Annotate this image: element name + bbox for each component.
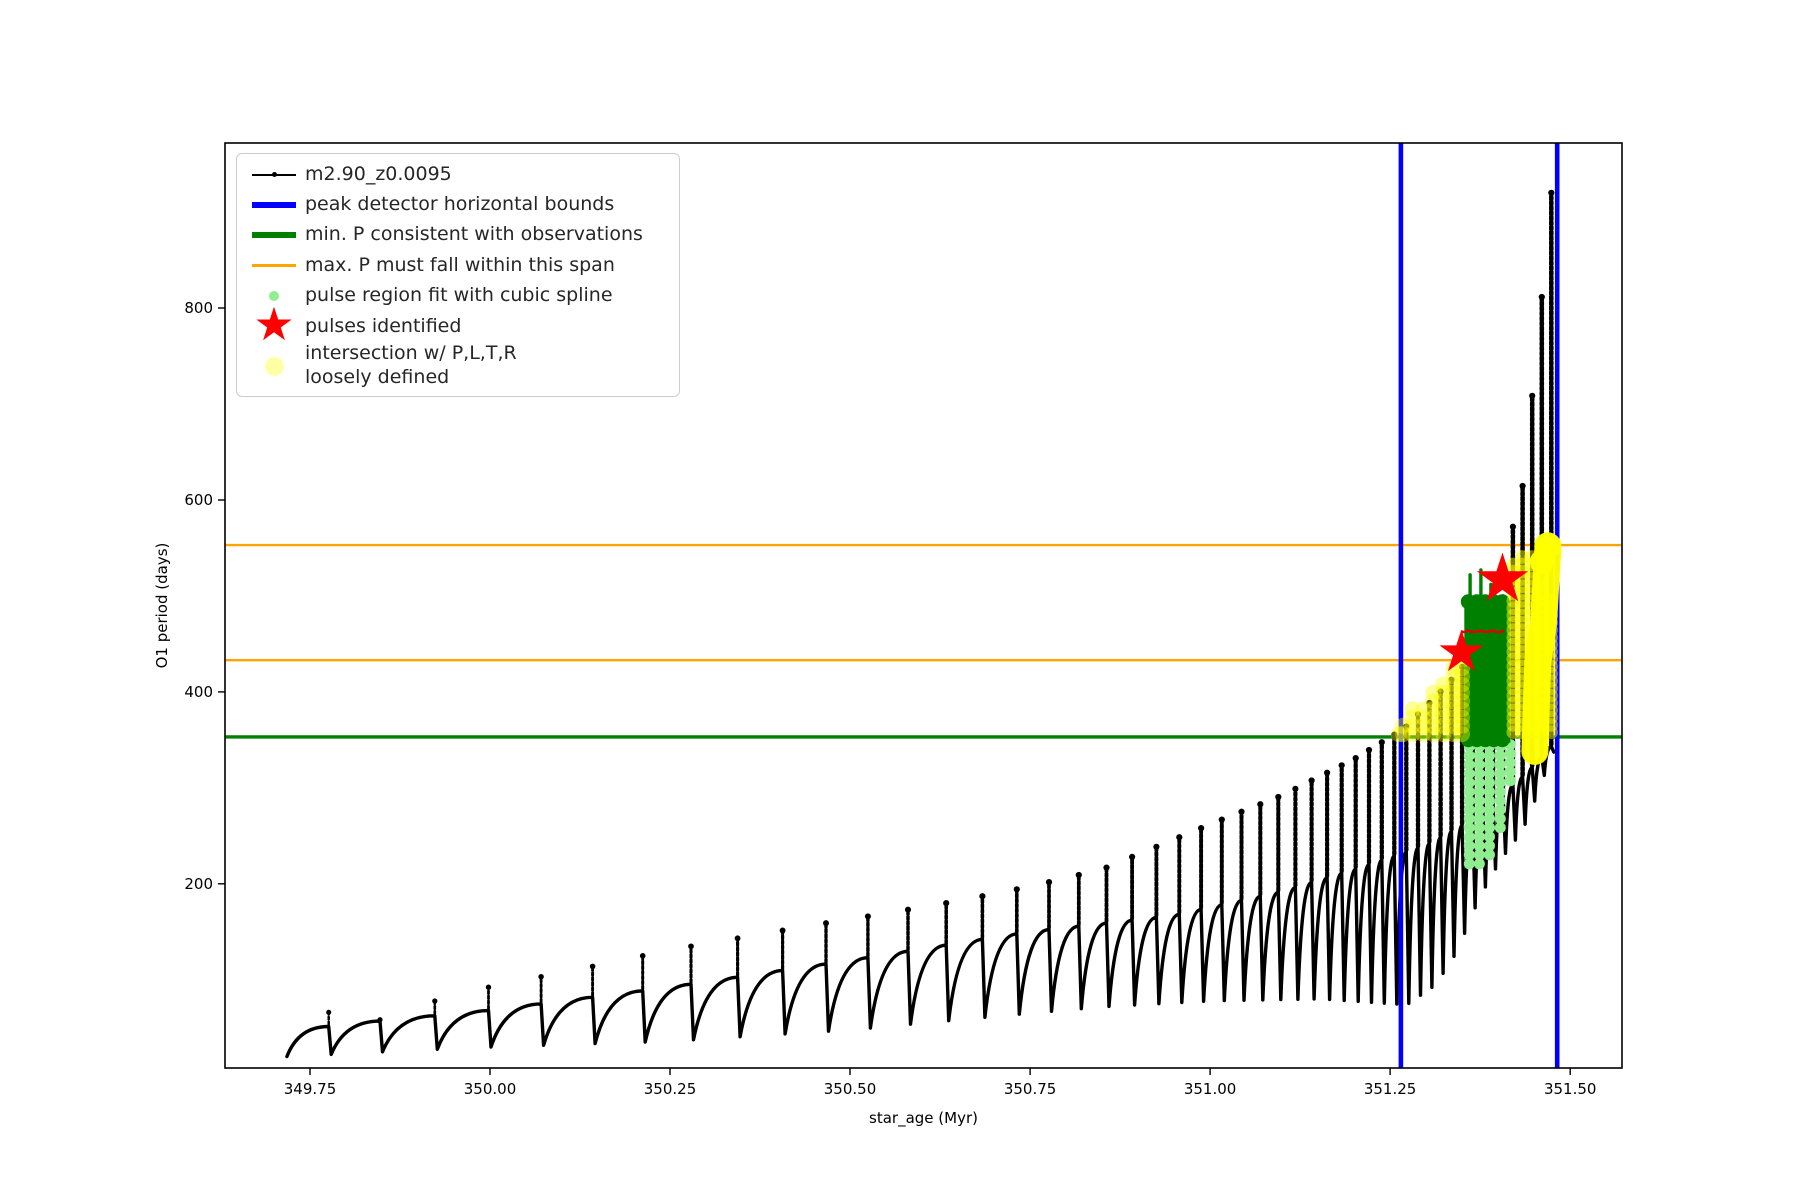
legend-label: min. P consistent with observations bbox=[305, 223, 643, 246]
figure: 349.75 350.00 350.25 350.50 350.75 351.00 351.… bbox=[0, 0, 1800, 1200]
svg-text:350.75: 350.75 bbox=[1004, 1080, 1057, 1098]
legend-label: m2.90_z0.0095 bbox=[305, 162, 452, 185]
y-axis: 200 400 600 800 O1 period (days) bbox=[153, 299, 225, 893]
svg-text:351.25: 351.25 bbox=[1364, 1080, 1417, 1098]
legend-marker-med-line bbox=[243, 263, 305, 268]
svg-text:351.00: 351.00 bbox=[1184, 1080, 1237, 1098]
legend-label: pulses identified bbox=[305, 314, 462, 337]
legend-marker-star: ★ bbox=[243, 296, 305, 351]
svg-text:350.25: 350.25 bbox=[644, 1080, 697, 1098]
svg-text:800: 800 bbox=[184, 299, 213, 317]
legend-entry-0: m2.90_z0.0095 bbox=[243, 160, 669, 189]
legend-box: m2.90_z0.0095peak detector horizontal bo… bbox=[236, 153, 680, 397]
svg-text:349.75: 349.75 bbox=[284, 1080, 337, 1098]
legend-marker-thick-line bbox=[243, 201, 305, 208]
legend-entry-4: pulse region fit with cubic spline bbox=[243, 282, 669, 311]
svg-text:350.00: 350.00 bbox=[464, 1080, 517, 1098]
y-axis-label: O1 period (days) bbox=[153, 543, 171, 669]
legend-entry-2: min. P consistent with observations bbox=[243, 221, 669, 250]
legend-entry-6: intersection w/ P,L,T,R loosely defined bbox=[243, 342, 669, 390]
svg-text:600: 600 bbox=[184, 491, 213, 509]
legend-entry-5: ★ pulses identified bbox=[243, 296, 669, 351]
svg-text:200: 200 bbox=[184, 875, 213, 893]
svg-text:400: 400 bbox=[184, 683, 213, 701]
svg-text:350.50: 350.50 bbox=[824, 1080, 877, 1098]
legend-marker-thick-line bbox=[243, 232, 305, 239]
star-icon: ★ bbox=[253, 296, 295, 351]
x-axis-label: star_age (Myr) bbox=[869, 1109, 978, 1128]
legend-marker-line-dot bbox=[243, 171, 305, 177]
legend-label: intersection w/ P,L,T,R loosely defined bbox=[305, 342, 517, 389]
legend-label: peak detector horizontal bounds bbox=[305, 193, 615, 216]
legend-marker-big-dot bbox=[243, 356, 305, 376]
legend-label: pulse region fit with cubic spline bbox=[305, 284, 613, 307]
legend-entry-3: max. P must fall within this span bbox=[243, 251, 669, 280]
legend-entry-1: peak detector horizontal bounds bbox=[243, 190, 669, 219]
legend-label: max. P must fall within this span bbox=[305, 253, 615, 276]
svg-text:351.50: 351.50 bbox=[1544, 1080, 1597, 1098]
x-axis: 349.75 350.00 350.25 350.50 350.75 351.00 351.… bbox=[284, 1068, 1597, 1128]
